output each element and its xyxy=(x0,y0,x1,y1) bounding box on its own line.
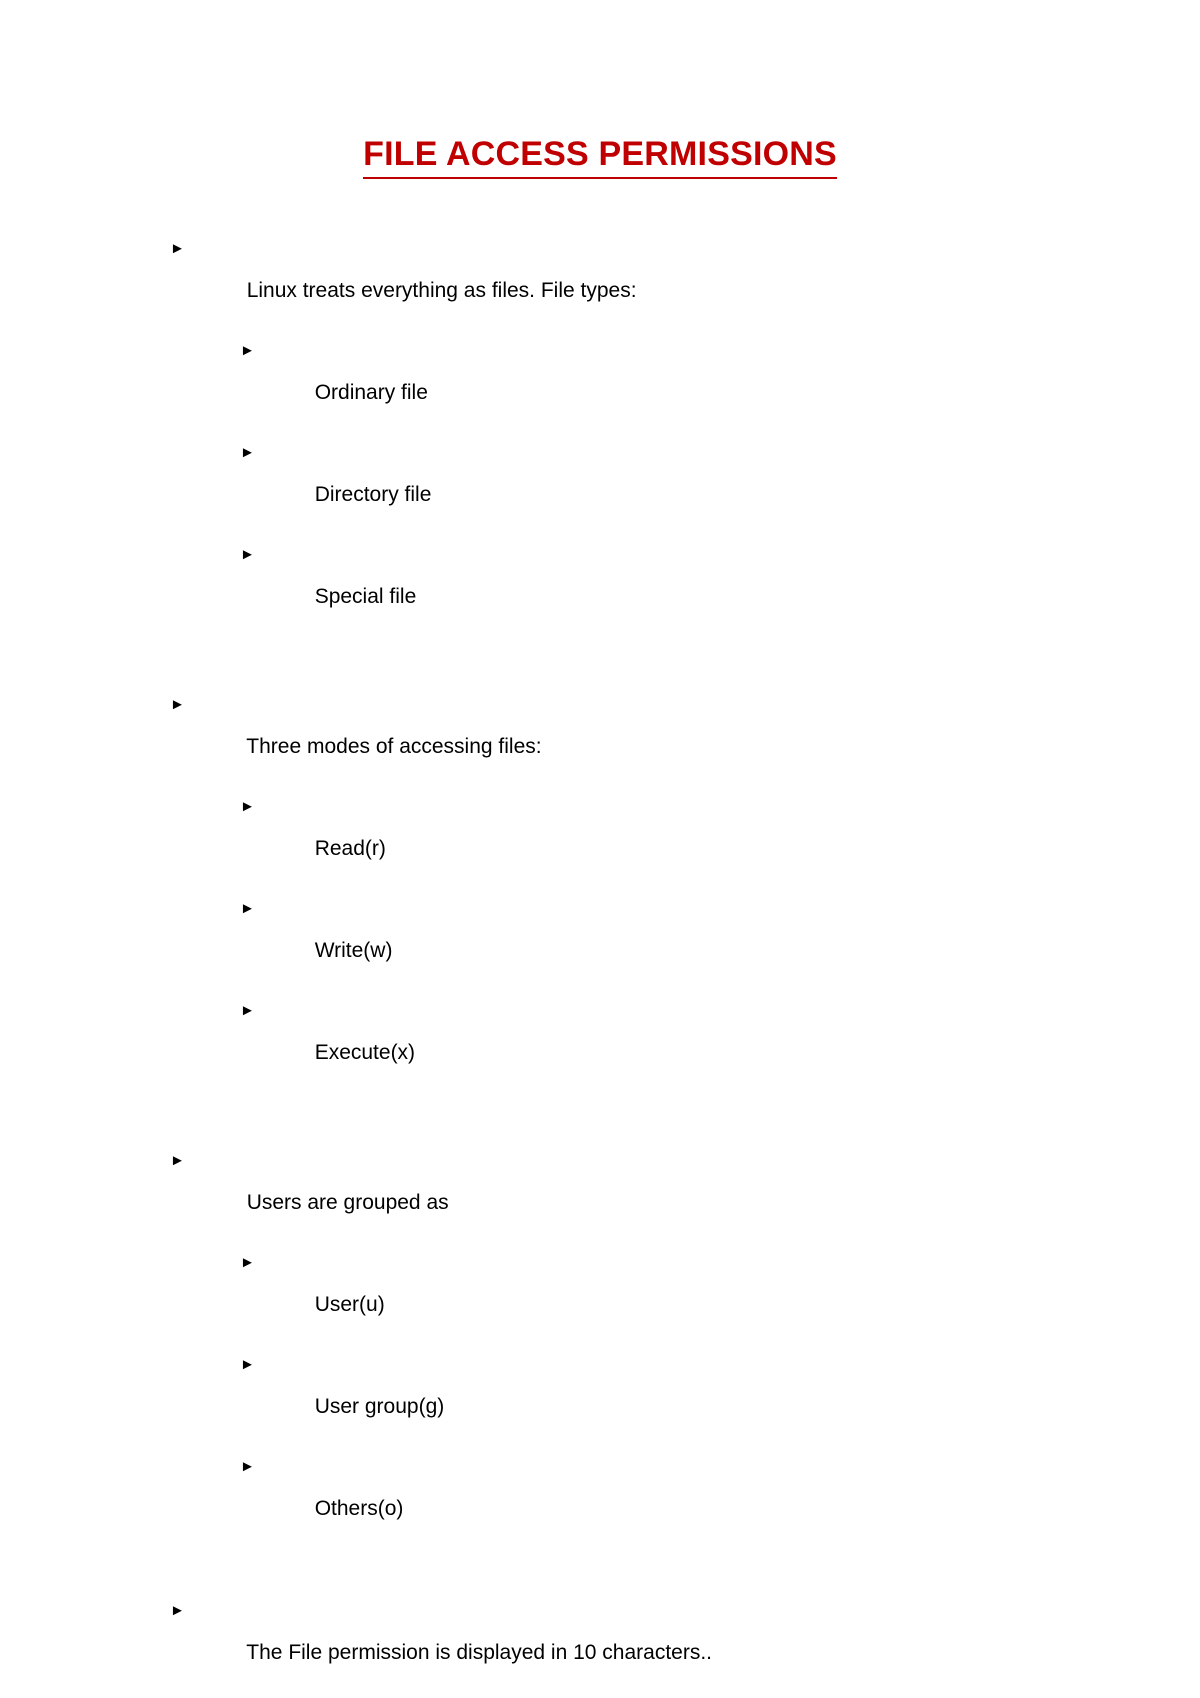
triangle-bullet-icon: ► xyxy=(240,1458,255,1475)
triangle-bullet-icon: ► xyxy=(170,240,185,257)
section-permission-breakdown: ► The File permission is displayed in 10… xyxy=(0,1600,1200,1698)
bullet-users-grouped-as: ► Users are grouped as xyxy=(0,1150,1200,1234)
sub-bullet-execute: ► Execute(x) xyxy=(0,1000,1200,1084)
sub-bullet-label: Others(o) xyxy=(314,1497,404,1520)
triangle-bullet-icon: ► xyxy=(240,342,255,359)
triangle-bullet-icon: ► xyxy=(170,1602,185,1619)
triangle-bullet-icon: ► xyxy=(170,696,185,713)
triangle-bullet-icon: ► xyxy=(240,1356,255,1373)
sub-bullet-write: ► Write(w) xyxy=(0,898,1200,982)
page-title: FILE ACCESS PERMISSIONS xyxy=(0,134,1200,179)
bullet-three-modes: ► Three modes of accessing files: xyxy=(0,694,1200,778)
triangle-bullet-icon: ► xyxy=(170,1152,185,1169)
bullet-label: Three modes of accessing files: xyxy=(246,735,542,758)
section-user-groups: ► Users are grouped as ► User(u) ► User … xyxy=(0,1150,1200,1540)
triangle-bullet-icon: ► xyxy=(240,546,255,563)
triangle-bullet-icon: ► xyxy=(240,444,255,461)
sub-bullet-user: ► User(u) xyxy=(0,1252,1200,1336)
section-file-types: ► Linux treats everything as files. File… xyxy=(0,238,1200,628)
document-page: FILE ACCESS PERMISSIONS ► Linux treats e… xyxy=(0,0,1200,1698)
sub-bullet-label: Read(r) xyxy=(314,837,386,860)
sub-bullet-label: Ordinary file xyxy=(314,381,428,404)
triangle-bullet-icon: ► xyxy=(240,900,255,917)
triangle-bullet-icon: ► xyxy=(240,1254,255,1271)
sub-bullet-user-group: ► User group(g) xyxy=(0,1354,1200,1438)
sub-bullet-others: ► Others(o) xyxy=(0,1456,1200,1540)
sub-bullet-label: Execute(x) xyxy=(314,1041,416,1064)
document-body: ► Linux treats everything as files. File… xyxy=(0,238,1200,1698)
sub-bullet-label: User group(g) xyxy=(314,1395,445,1418)
sub-bullet-directory-file: ► Directory file xyxy=(0,442,1200,526)
sub-bullet-special-file: ► Special file xyxy=(0,544,1200,628)
bullet-label: Linux treats everything as files. File t… xyxy=(246,279,637,302)
sub-bullet-ordinary-file: ► Ordinary file xyxy=(0,340,1200,424)
bullet-file-permission-10-characters: ► The File permission is displayed in 10… xyxy=(0,1600,1200,1684)
bullet-label: Users are grouped as xyxy=(246,1191,449,1214)
sub-bullet-label: Special file xyxy=(314,585,417,608)
sub-bullet-label: Write(w) xyxy=(314,939,393,962)
triangle-bullet-icon: ► xyxy=(240,798,255,815)
page-title-text: FILE ACCESS PERMISSIONS xyxy=(363,134,837,179)
sub-bullet-read: ► Read(r) xyxy=(0,796,1200,880)
bullet-linux-treats-everything: ► Linux treats everything as files. File… xyxy=(0,238,1200,322)
sub-bullet-label: Directory file xyxy=(314,483,432,506)
section-access-modes: ► Three modes of accessing files: ► Read… xyxy=(0,694,1200,1084)
bullet-label: The File permission is displayed in 10 c… xyxy=(246,1641,712,1664)
triangle-bullet-icon: ► xyxy=(240,1002,255,1019)
sub-bullet-label: User(u) xyxy=(314,1293,385,1316)
